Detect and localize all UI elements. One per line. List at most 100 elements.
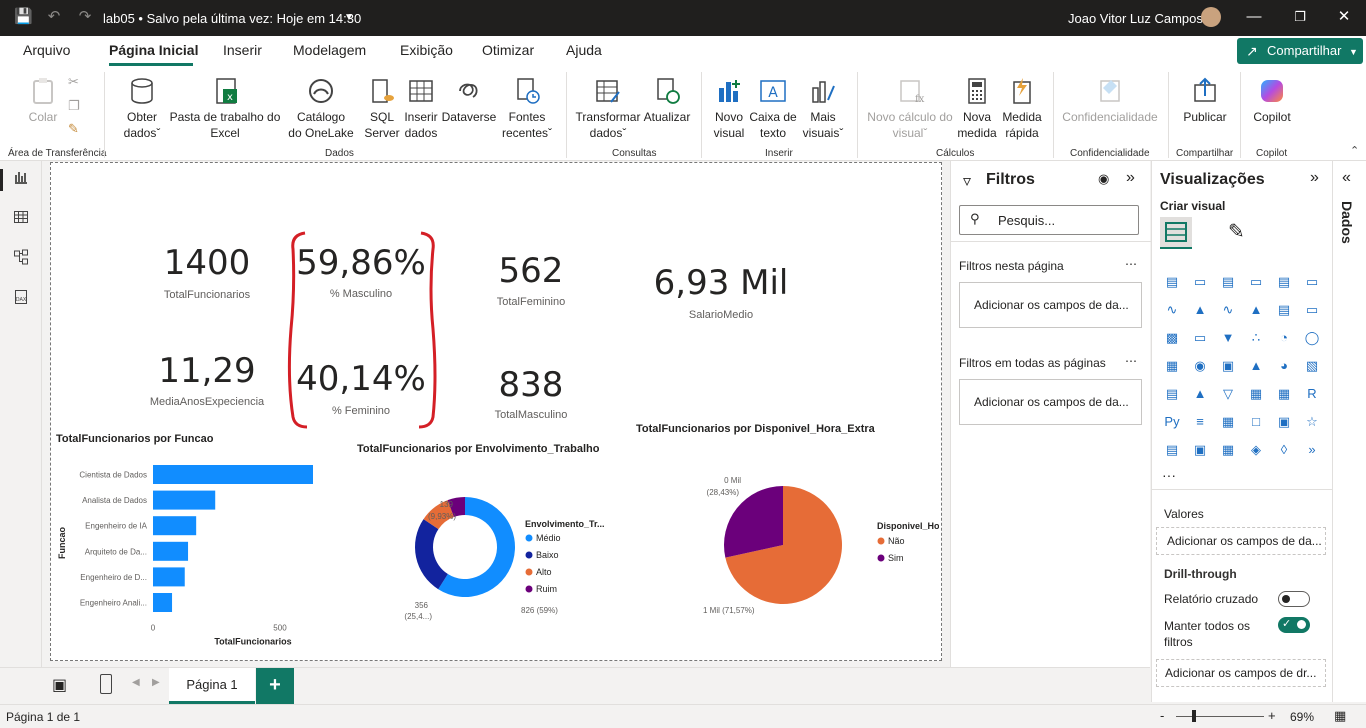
sql-server-button[interactable]: SQL Server (362, 76, 402, 141)
excel-workbook-button[interactable]: x Pasta de trabalho do Excel (168, 76, 282, 141)
line-chart-icon[interactable]: ∿ (1162, 301, 1182, 319)
table-view-icon[interactable] (10, 209, 32, 231)
waterfall-icon[interactable]: ▩ (1162, 329, 1182, 347)
tab-inserir[interactable]: Inserir (223, 42, 262, 58)
zoom-out-button[interactable]: - (1160, 708, 1164, 723)
area-chart-icon[interactable]: ▲ (1190, 301, 1210, 319)
zoom-in-button[interactable]: + (1268, 708, 1276, 723)
more-chevron-icon[interactable]: » (1302, 441, 1322, 459)
stacked-bar-icon[interactable]: ▤ (1162, 273, 1182, 291)
onelake-catalog-button[interactable]: Catálogo do OneLake (283, 76, 359, 141)
donut-icon[interactable]: ◯ (1302, 329, 1322, 347)
data-pane-collapsed[interactable]: « Dados (1332, 161, 1366, 702)
page-tab-1[interactable]: Página 1 (169, 668, 255, 704)
cut-icon[interactable]: ✂ (68, 74, 79, 90)
minimize-icon[interactable]: — (1245, 8, 1263, 26)
collapse-visualizations-icon[interactable]: » (1310, 169, 1319, 187)
filters-page-dropzone[interactable]: Adicionar os campos de da... (959, 282, 1142, 328)
kpi-icon[interactable]: ▲ (1190, 385, 1210, 403)
r-visual-icon[interactable]: R (1302, 385, 1322, 403)
cross-report-toggle[interactable] (1278, 591, 1310, 607)
scroll-left-icon[interactable]: ◀ (132, 677, 140, 688)
restore-icon[interactable]: ❐ (1291, 8, 1309, 26)
keep-filters-toggle[interactable]: ✓ (1278, 617, 1310, 633)
map-icon[interactable]: ◉ (1190, 357, 1210, 375)
eye-icon[interactable]: ◉ (1098, 171, 1109, 187)
filters-all-dropzone[interactable]: Adicionar os campos de da... (959, 379, 1142, 425)
power-apps-icon[interactable]: ▣ (1190, 441, 1210, 459)
save-icon[interactable]: 💾 (14, 8, 33, 26)
fit-to-page-icon[interactable]: ▦ (1334, 708, 1346, 724)
zoom-slider[interactable] (1176, 716, 1264, 717)
100-bar-icon[interactable]: ▤ (1274, 273, 1294, 291)
python-visual-icon[interactable]: Py (1162, 413, 1182, 431)
card-icon[interactable]: ▧ (1302, 357, 1322, 375)
zoom-slider-thumb[interactable] (1192, 710, 1196, 722)
clustered-bar-icon[interactable]: ▤ (1218, 273, 1238, 291)
bar-chart[interactable]: Cientista de Dados Analista de Dados Engen… (51, 453, 343, 653)
more-visuals-ellipsis[interactable]: ··· (1162, 467, 1176, 483)
ribbon-icon[interactable]: ▲ (1246, 301, 1266, 319)
avatar[interactable] (1201, 7, 1221, 27)
build-visual-tab[interactable] (1160, 217, 1192, 249)
pie-icon[interactable]: ◔ (1274, 329, 1294, 347)
treemap-icon[interactable]: ▦ (1162, 357, 1182, 375)
model-view-icon[interactable] (10, 249, 32, 271)
tab-ajuda[interactable]: Ajuda (566, 42, 602, 58)
report-view-icon[interactable] (10, 169, 32, 191)
donut-chart[interactable]: 826 (59%) 356 (25,4...) 139 (9,93%) Envolvime… (353, 459, 633, 629)
more-options-icon[interactable]: ⋯ (1125, 257, 1137, 271)
undo-icon[interactable]: ↶ (45, 8, 63, 26)
tab-modelagem[interactable]: Modelagem (293, 42, 366, 58)
quick-measure-button[interactable]: Medida rápida (998, 76, 1046, 141)
line-clustered-icon[interactable]: ▭ (1302, 301, 1322, 319)
drill-through-dropzone[interactable]: Adicionar os campos de dr... (1156, 659, 1326, 687)
dataverse-button[interactable]: Dataverse (441, 76, 497, 125)
dax-query-view-icon[interactable]: DAX (10, 289, 32, 311)
clustered-column-icon[interactable]: ▭ (1246, 273, 1266, 291)
line-column-icon[interactable]: ▤ (1274, 301, 1294, 319)
tab-arquivo[interactable]: Arquivo (23, 42, 70, 58)
text-box-button[interactable]: A Caixa de texto (749, 76, 797, 141)
pie-chart[interactable]: 1 Mil (71,57%) 0 Mil (28,43%) Disponivel_Ho… (639, 459, 967, 629)
stacked-column-icon[interactable]: ▭ (1190, 273, 1210, 291)
paste-button[interactable]: Colar (20, 76, 66, 125)
power-automate-icon[interactable]: ▦ (1218, 441, 1238, 459)
share-button[interactable]: ↗ Compartilhar ▼ (1237, 38, 1363, 64)
slicer-icon[interactable]: ▽ (1218, 385, 1238, 403)
filters-search-input[interactable]: ⚲ Pesquis... (959, 205, 1139, 235)
multi-row-card-icon[interactable]: ▤ (1162, 385, 1182, 403)
collapse-filters-icon[interactable]: » (1126, 169, 1135, 187)
more-visuals-button[interactable]: Mais visuaisˇ (797, 76, 849, 141)
paginated-report-icon[interactable]: ▤ (1162, 441, 1182, 459)
add-page-button[interactable]: + (256, 668, 294, 704)
tab-otimizar[interactable]: Otimizar (482, 42, 534, 58)
report-canvas[interactable]: 1400 TotalFuncionarios 59,86% % Masculin… (50, 162, 967, 661)
redo-icon[interactable]: ↷ (76, 8, 94, 26)
filled-map-icon[interactable]: ▣ (1218, 357, 1238, 375)
desktop-layout-icon[interactable]: ▣ (52, 675, 67, 695)
new-visual-button[interactable]: Novo visual (709, 76, 749, 141)
get-data-button[interactable]: Obter dadosˇ (116, 76, 168, 141)
decomposition-tree-icon[interactable]: ▦ (1218, 413, 1238, 431)
close-icon[interactable]: ✕ (1335, 8, 1353, 26)
refresh-button[interactable]: Atualizar (642, 76, 692, 125)
expand-data-icon[interactable]: « (1342, 169, 1351, 187)
qa-icon[interactable]: □ (1246, 413, 1266, 431)
matrix-icon[interactable]: ▦ (1274, 385, 1294, 403)
tab-pagina-inicial[interactable]: Página Inicial (109, 42, 198, 58)
narrative-icon[interactable]: ▣ (1274, 413, 1294, 431)
publish-button[interactable]: Publicar (1178, 76, 1232, 125)
window-title[interactable]: lab05 • Salvo pela última vez: Hoje em 1… (103, 11, 361, 26)
goals-icon[interactable]: ☆ (1302, 413, 1322, 431)
copy-icon[interactable]: ❐ (68, 98, 80, 114)
diamond-icon[interactable]: ◊ (1274, 441, 1294, 459)
tab-exibicao[interactable]: Exibição (400, 42, 453, 58)
scatter-icon[interactable]: ∴ (1246, 329, 1266, 347)
recent-sources-button[interactable]: Fontes recentesˇ (497, 76, 557, 141)
collapse-ribbon-icon[interactable]: ⌃ (1350, 144, 1359, 157)
format-visual-icon[interactable]: ✎ (1228, 219, 1245, 244)
100-column-icon[interactable]: ▭ (1302, 273, 1322, 291)
new-visual-calculation-button[interactable]: fx Novo cálculo do visualˇ (864, 76, 956, 141)
mobile-layout-icon[interactable] (100, 674, 112, 694)
